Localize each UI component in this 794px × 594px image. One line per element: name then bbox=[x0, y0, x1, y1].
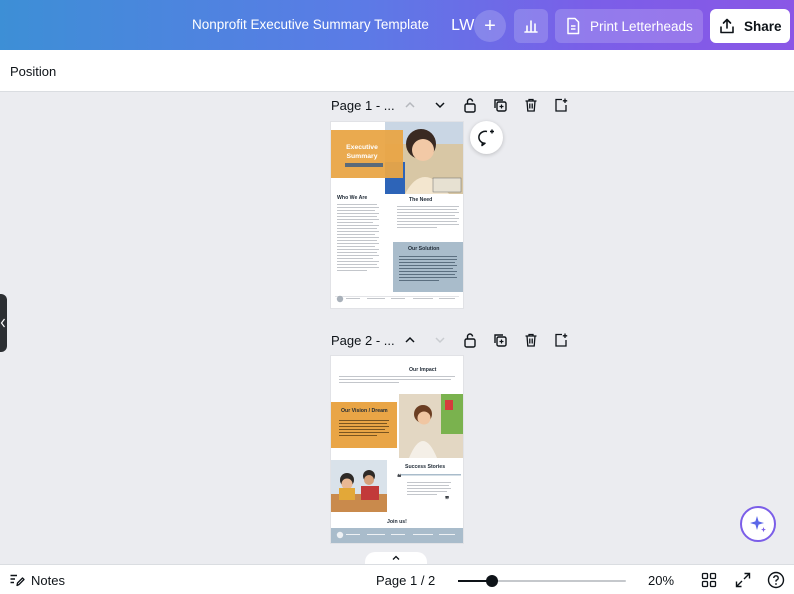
chevron-up-icon bbox=[392, 555, 400, 560]
unlock-icon[interactable] bbox=[461, 331, 479, 349]
page-2-section-join-us: Join us! bbox=[387, 519, 407, 525]
page-1-section-our-solution: Our Solution bbox=[408, 246, 440, 252]
page-1-canvas[interactable]: Executive Summary Who We Are The Need Ou… bbox=[331, 122, 463, 308]
page-2-section-our-impact: Our Impact bbox=[409, 367, 437, 373]
insights-button[interactable] bbox=[514, 9, 548, 43]
print-letterheads-label: Print Letterheads bbox=[590, 18, 693, 34]
page-2-section-vision: Our Vision / Dream bbox=[341, 408, 388, 414]
trash-icon[interactable] bbox=[522, 96, 540, 114]
document-icon bbox=[567, 17, 580, 35]
sparkle-icon bbox=[750, 516, 766, 533]
fullscreen-icon[interactable] bbox=[734, 571, 752, 589]
share-icon bbox=[720, 18, 734, 34]
grid-view-icon[interactable] bbox=[700, 571, 718, 589]
bar-chart-icon bbox=[524, 20, 538, 33]
page-1-section-who-we-are: Who We Are bbox=[337, 195, 368, 201]
chevron-up-icon[interactable] bbox=[401, 96, 419, 114]
top-toolbar: Nonprofit Executive Summary Template LW … bbox=[0, 0, 794, 50]
notes-icon bbox=[10, 574, 25, 587]
duplicate-page-icon[interactable] bbox=[491, 96, 509, 114]
page-1-section-the-need: The Need bbox=[409, 197, 433, 203]
zoom-value[interactable]: 20% bbox=[648, 573, 674, 588]
bottom-toolbar: Notes Page 1 / 2 20% bbox=[0, 564, 794, 594]
add-collaborator-button[interactable]: + bbox=[474, 10, 506, 42]
page-2-artwork: ❝ ❞ bbox=[331, 376, 463, 543]
page-indicator[interactable]: Page 1 / 2 bbox=[376, 573, 435, 588]
page-1-heading: Executive Summary bbox=[346, 144, 378, 160]
show-pages-toggle[interactable] bbox=[365, 552, 427, 564]
document-title[interactable]: Nonprofit Executive Summary Template bbox=[192, 17, 429, 32]
help-icon[interactable] bbox=[767, 571, 785, 589]
trash-icon[interactable] bbox=[522, 331, 540, 349]
magic-assistant-button[interactable] bbox=[740, 506, 776, 542]
zoom-slider-handle[interactable] bbox=[486, 575, 498, 587]
page-2-header: Page 2 - ... bbox=[331, 329, 581, 351]
avatar-initials: LW bbox=[451, 17, 475, 34]
share-label: Share bbox=[744, 18, 782, 34]
add-page-icon[interactable] bbox=[552, 331, 570, 349]
share-button[interactable]: Share bbox=[710, 9, 790, 43]
plus-icon: + bbox=[484, 14, 496, 37]
svg-text:❞: ❞ bbox=[445, 495, 449, 504]
chevron-up-icon[interactable] bbox=[401, 331, 419, 349]
chevron-down-icon[interactable] bbox=[431, 331, 449, 349]
zoom-slider[interactable] bbox=[458, 575, 626, 587]
chevron-left-icon bbox=[0, 318, 5, 328]
add-page-icon[interactable] bbox=[552, 96, 570, 114]
page-2-canvas[interactable]: ❝ ❞ Our Impact Our Vision / Dream Succes… bbox=[331, 356, 463, 543]
page-1-header: Page 1 - ... bbox=[331, 94, 581, 116]
side-panel-toggle[interactable] bbox=[0, 294, 7, 352]
duplicate-page-icon[interactable] bbox=[491, 331, 509, 349]
page-1-title[interactable]: Page 1 - ... bbox=[331, 98, 397, 113]
chevron-down-icon[interactable] bbox=[431, 96, 449, 114]
add-comment-button[interactable] bbox=[470, 121, 503, 154]
page-2-section-success-stories: Success Stories bbox=[405, 464, 446, 470]
comment-add-icon bbox=[477, 129, 494, 146]
print-letterheads-button[interactable]: Print Letterheads bbox=[555, 9, 703, 43]
notes-label: Notes bbox=[31, 572, 65, 588]
svg-text:❝: ❝ bbox=[397, 473, 402, 482]
position-button[interactable]: Position bbox=[10, 64, 56, 79]
page-2-title[interactable]: Page 2 - ... bbox=[331, 333, 397, 348]
notes-button[interactable]: Notes bbox=[9, 572, 65, 588]
unlock-icon[interactable] bbox=[461, 96, 479, 114]
contextual-toolbar: Position bbox=[0, 50, 794, 92]
